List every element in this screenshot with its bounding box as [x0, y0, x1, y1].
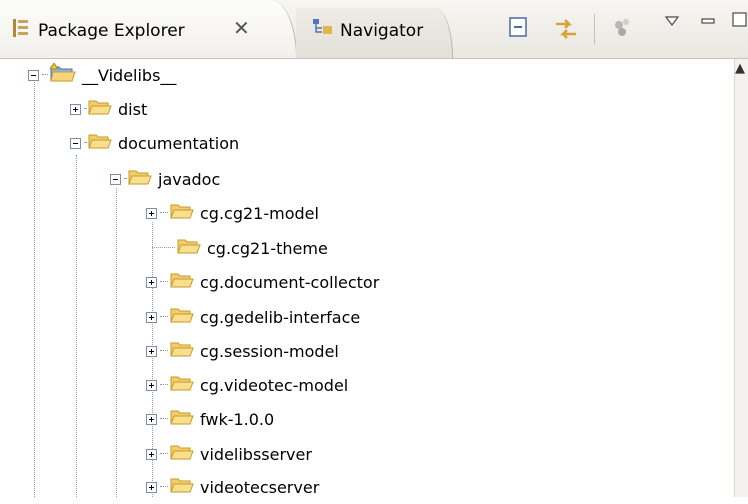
tree-item-root[interactable]: __Videlibs__ [28, 58, 176, 92]
folder-icon [170, 408, 194, 430]
folder-icon [170, 202, 194, 224]
tab-navigator-label: Navigator [340, 21, 424, 41]
folder-icon [170, 306, 194, 328]
scroll-up-arrow-icon[interactable]: ▲ [735, 62, 745, 75]
tree-item-label: cg.document-collector [200, 272, 380, 292]
link-with-editor-icon[interactable] [553, 16, 579, 46]
tab-package-explorer-label: Package Explorer [38, 21, 185, 41]
navigator-icon [312, 18, 334, 40]
tree-item-child[interactable]: cg.session-model [146, 334, 339, 368]
folder-icon [170, 271, 194, 293]
tree-item-child[interactable]: fwk-1.0.0 [146, 402, 274, 436]
tree-item-label: cg.session-model [200, 341, 339, 361]
folder-icon [170, 374, 194, 396]
close-icon[interactable]: ✕ [233, 16, 250, 40]
tree-item-child[interactable]: cg.gedelib-interface [146, 300, 360, 334]
tree-item-child[interactable]: cg.cg21-theme [146, 231, 328, 265]
expand-toggle-icon[interactable] [146, 481, 157, 493]
expand-toggle-icon[interactable] [146, 379, 157, 391]
focus-active-task-icon[interactable] [612, 16, 634, 44]
tab-package-explorer[interactable]: Package Explorer ✕ [0, 0, 297, 58]
maximize-icon[interactable] [732, 12, 748, 32]
expand-toggle-icon[interactable] [146, 345, 157, 357]
tree-item-label: cg.cg21-model [200, 203, 319, 223]
expand-toggle-icon[interactable] [146, 448, 157, 460]
tree-guide-line [34, 82, 36, 497]
tree-guide-line [76, 155, 78, 497]
view-tab-bar: Package Explorer ✕ Navigator [0, 0, 748, 59]
tree-item-label: videotecserver [200, 477, 320, 497]
expand-toggle-icon[interactable] [146, 276, 157, 288]
tree-item-child[interactable]: cg.document-collector [146, 265, 379, 299]
tree-item-label: cg.cg21-theme [207, 238, 328, 258]
tree-item-label: cg.gedelib-interface [200, 307, 361, 327]
tree-item-label: __Videlibs__ [82, 65, 177, 85]
toolbar-separator [594, 14, 595, 44]
expand-toggle-icon[interactable] [146, 311, 157, 323]
tree-item-label: fwk-1.0.0 [200, 409, 275, 429]
expand-toggle-icon[interactable] [70, 103, 81, 115]
tree-item-child[interactable]: cg.cg21-model [146, 196, 319, 230]
collapse-toggle-icon[interactable] [28, 69, 39, 81]
folder-icon [128, 168, 152, 190]
vertical-scrollbar[interactable] [734, 59, 748, 497]
tree-item-child[interactable]: videotecserver [146, 470, 319, 504]
tree-item-label: cg.videotec-model [200, 375, 349, 395]
tree-item-label: dist [118, 99, 148, 119]
collapse-toggle-icon[interactable] [70, 137, 81, 149]
tree-item-child[interactable]: videlibsserver [146, 437, 312, 471]
folder-icon [88, 98, 112, 120]
tree-item-javadoc[interactable]: javadoc [110, 162, 220, 196]
tree-item-child[interactable]: cg.videotec-model [146, 368, 348, 402]
collapse-all-icon[interactable] [508, 16, 530, 44]
folder-icon [170, 340, 194, 362]
expand-toggle-icon[interactable] [146, 413, 157, 425]
folder-icon [170, 476, 194, 498]
tree-item-label: javadoc [158, 169, 221, 189]
package-explorer-icon [12, 18, 30, 42]
tree-item-label: videlibsserver [200, 444, 312, 464]
minimize-icon[interactable] [700, 12, 716, 31]
tree-item-label: documentation [118, 133, 240, 153]
collapse-toggle-icon[interactable] [110, 173, 121, 185]
tree-guide-line [116, 188, 118, 497]
folder-icon [170, 443, 194, 465]
view-menu-icon[interactable] [664, 12, 680, 31]
project-folder-icon [49, 62, 76, 87]
folder-icon [88, 132, 112, 154]
tree-item-dist[interactable]: dist [70, 92, 147, 126]
tree-item-documentation[interactable]: documentation [70, 126, 239, 160]
folder-icon [177, 237, 201, 259]
tab-navigator[interactable]: Navigator [296, 8, 453, 58]
expand-toggle-icon[interactable] [146, 207, 157, 219]
